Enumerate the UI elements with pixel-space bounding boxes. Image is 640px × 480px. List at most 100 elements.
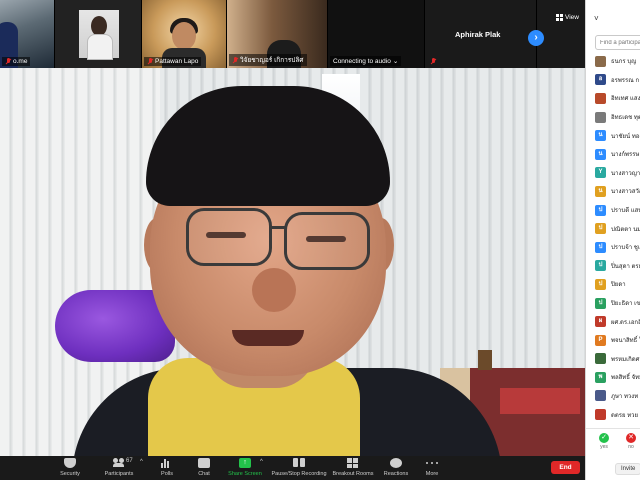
- participant-name: ดตรย ทวย: [611, 412, 639, 419]
- security-button[interactable]: Security: [58, 458, 82, 480]
- participant-row[interactable]: ดตรย ทวย: [586, 405, 640, 424]
- breakout-rooms-button[interactable]: Breakout Rooms: [332, 458, 374, 480]
- shield-icon: [64, 458, 76, 468]
- avatar: [595, 55, 606, 67]
- meeting-toolbar: Security 67 Participants ^ Polls Chat ↑ …: [0, 456, 585, 480]
- breakout-rooms-icon: [347, 458, 359, 468]
- grid-view-icon: [556, 14, 563, 21]
- participant-name: อิทธเดช ทุตส: [611, 115, 640, 122]
- participant-row[interactable]: ป ปิ่นสุดา ตรยุ: [586, 257, 640, 276]
- end-meeting-button[interactable]: End: [551, 461, 580, 474]
- participants-button[interactable]: 67 Participants: [102, 458, 136, 480]
- video-tile[interactable]: Aphirak Plak: [425, 0, 537, 68]
- panel-footer: ✓ yes ✕ no Invite: [586, 428, 640, 480]
- view-label: View: [565, 14, 579, 21]
- invite-button[interactable]: Invite: [615, 463, 640, 475]
- participant-row[interactable]: อิทเทศ แสง: [586, 89, 640, 108]
- participant-name: ผศ.ดร.เอกสิ: [611, 319, 640, 326]
- participants-panel: ˅ ธนกร บุญอ อรพรรณ กอิทเทศ แสงอิทธเดช ทุต…: [585, 0, 640, 480]
- participant-name: อิทเทศ แสง: [611, 96, 640, 103]
- participant-row[interactable]: ป ปราบจ้า ชูเ: [586, 238, 640, 257]
- recording-label: Pause/Stop Recording: [271, 471, 327, 477]
- participant-name: ปราบจ้า ชูเ: [611, 245, 640, 252]
- participant-name: นางสาวสวัส: [611, 189, 640, 196]
- participant-row[interactable]: อ อรพรรณ ก: [586, 71, 640, 90]
- yes-button[interactable]: ✓ yes: [599, 433, 609, 450]
- avatar: [595, 92, 606, 104]
- yes-label: yes: [600, 444, 608, 450]
- chat-button[interactable]: Chat: [196, 458, 212, 480]
- participant-name: พจนาสิทธิ์ ใจ: [611, 338, 640, 345]
- avatar: [595, 390, 606, 402]
- avatar: ป: [595, 241, 606, 253]
- participant-row[interactable]: Y นางสาวญาน: [586, 164, 640, 183]
- participant-name: ปิยดา: [611, 282, 626, 289]
- video-tile[interactable]: Connecting to audio ⌄: [328, 0, 425, 68]
- participant-row[interactable]: น นางสาวสวัส: [586, 182, 640, 201]
- avatar: [595, 111, 606, 123]
- active-speaker-video[interactable]: [0, 68, 585, 456]
- participants-label: Participants: [104, 471, 134, 477]
- tile-name-label: [427, 57, 439, 66]
- participant-row[interactable]: อิทธเดช ทุตส: [586, 108, 640, 127]
- glasses-lens: [284, 212, 370, 270]
- no-button[interactable]: ✕ no: [626, 433, 636, 450]
- pause-stop-recording-button[interactable]: Pause/Stop Recording: [270, 458, 328, 480]
- check-icon: ✓: [599, 433, 609, 443]
- participant-row[interactable]: พ พลสิทธิ์ จัทม: [586, 368, 640, 387]
- video-tile[interactable]: Pattawan Lapo: [142, 0, 227, 68]
- more-dots-icon: [426, 458, 438, 468]
- participant-row[interactable]: ป ปิยะธิดา เขต: [586, 294, 640, 313]
- more-button[interactable]: More: [424, 458, 440, 480]
- tile-name-label: o.me: [2, 57, 31, 66]
- participant-name: พลสิทธิ์ จัทม: [611, 375, 640, 382]
- video-tile[interactable]: [55, 0, 142, 68]
- poll-bars-icon: [161, 458, 173, 468]
- polls-button[interactable]: Polls: [158, 458, 176, 480]
- participant-row[interactable]: ภูษา ทวงท: [586, 387, 640, 406]
- avatar: น: [595, 130, 606, 142]
- background-object: [478, 350, 492, 370]
- reactions-label: Reactions: [383, 471, 409, 477]
- participant-row[interactable]: P พจนาสิทธิ์ ใจ: [586, 331, 640, 350]
- avatar: ป: [595, 297, 606, 309]
- participant-row[interactable]: น นาชัยน์ ทอง: [586, 126, 640, 145]
- next-page-button[interactable]: ›: [528, 30, 544, 46]
- speaker-mouth: [232, 330, 304, 346]
- participant-row[interactable]: ธนกร บุญ: [586, 52, 640, 71]
- avatar: ป: [595, 278, 606, 290]
- reactions-button[interactable]: Reactions: [382, 458, 410, 480]
- participant-name: ธนกร บุญ: [611, 59, 637, 66]
- view-button[interactable]: View: [556, 14, 579, 21]
- collapse-panel-icon[interactable]: ˅: [594, 14, 599, 23]
- participant-name: ภูษา ทวงท: [611, 393, 639, 400]
- video-tile[interactable]: o.me: [0, 0, 55, 68]
- avatar: Y: [595, 167, 606, 179]
- glasses-lens: [186, 208, 272, 266]
- security-label: Security: [60, 471, 80, 477]
- participants-options-caret[interactable]: ^: [140, 459, 143, 465]
- participant-name: ปราบดี แสน: [611, 208, 640, 215]
- breakout-rooms-label: Breakout Rooms: [332, 471, 374, 477]
- participant-name: อรพรรณ ก: [611, 77, 640, 84]
- participant-row[interactable]: ผ ผศ.ดร.เอกสิ: [586, 312, 640, 331]
- avatar: P: [595, 334, 606, 346]
- participant-row[interactable]: พรหมเกิดศร: [586, 350, 640, 369]
- participant-name: พรหมเกิดศร: [611, 356, 640, 363]
- mic-muted-icon: [232, 56, 238, 64]
- participant-name: นางก์พรรษ: [611, 152, 640, 159]
- participants-count: 67: [126, 458, 133, 464]
- participant-row[interactable]: ป ปณิตตา นมน: [586, 219, 640, 238]
- polls-label: Polls: [161, 471, 173, 477]
- share-screen-button[interactable]: ↑ Share Screen: [228, 458, 262, 480]
- share-options-caret[interactable]: ^: [260, 459, 263, 465]
- pause-stop-icon: [293, 458, 305, 468]
- share-screen-icon: ↑: [239, 458, 251, 468]
- avatar: พ: [595, 371, 606, 383]
- participant-search-input[interactable]: [595, 35, 640, 50]
- participant-row[interactable]: น นางก์พรรษ: [586, 145, 640, 164]
- tile-name: o.me: [13, 58, 28, 65]
- participant-row[interactable]: ป ปิยดา: [586, 275, 640, 294]
- participant-row[interactable]: ป ปราบดี แสน: [586, 201, 640, 220]
- video-tile[interactable]: วิจัยชาญอร์ เกิการปลิศ: [227, 0, 328, 68]
